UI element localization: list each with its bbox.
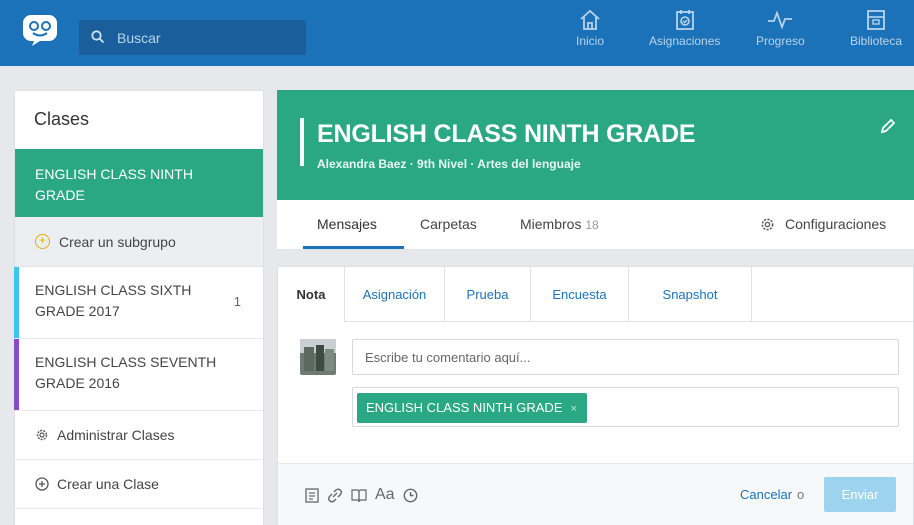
tab-poll[interactable]: Encuesta: [531, 267, 629, 322]
settings-button[interactable]: Configuraciones: [760, 216, 886, 232]
class-notification-count: 1: [233, 294, 241, 309]
text-format-button[interactable]: Aa: [375, 486, 395, 504]
sidebar-item-class[interactable]: ENGLISH CLASS SEVENTH GRADE 2016: [14, 339, 263, 411]
nav-progress-label: Progreso: [756, 34, 805, 48]
comment-input[interactable]: Escribe tu comentario aquí...: [352, 339, 899, 375]
members-count: 18: [585, 218, 599, 232]
class-color-bar: [14, 267, 19, 338]
search-input[interactable]: Buscar: [117, 30, 161, 46]
tab-members[interactable]: Miembros 18: [520, 216, 599, 232]
assignments-icon: [675, 10, 694, 30]
tab-snapshot[interactable]: Snapshot: [629, 267, 752, 322]
group-tabs: Mensajes Carpetas Miembros 18 Configurac…: [277, 200, 914, 250]
tab-assignment[interactable]: Asignación: [345, 267, 445, 322]
post-composer: Nota Asignación Prueba Encuesta Snapshot…: [277, 266, 914, 525]
clock-icon[interactable]: [403, 488, 418, 503]
create-subgroup-button[interactable]: + Crear un subgrupo: [15, 217, 263, 267]
plus-circle-icon: [35, 477, 49, 491]
group-meta: Alexandra Baez · 9th Nivel · Artes del l…: [317, 157, 581, 171]
create-subgroup-label: Crear un subgrupo: [59, 233, 176, 250]
tab-messages[interactable]: Mensajes: [317, 216, 377, 232]
class-color-bar: [14, 339, 19, 410]
avatar: [300, 339, 336, 375]
link-icon[interactable]: [327, 488, 343, 503]
create-class-link[interactable]: Crear una Clase: [15, 460, 263, 509]
gear-icon: [36, 429, 48, 441]
nav-home[interactable]: Inicio: [576, 8, 604, 48]
tab-folders[interactable]: Carpetas: [420, 216, 477, 232]
gear-icon: [761, 218, 774, 230]
send-button[interactable]: Enviar: [824, 477, 896, 512]
tab-quiz[interactable]: Prueba: [445, 267, 531, 322]
tab-members-label: Miembros: [520, 216, 582, 232]
tab-note[interactable]: Nota: [278, 267, 345, 322]
nav-assignments[interactable]: Asignaciones: [649, 8, 720, 48]
home-icon: [580, 9, 600, 30]
class-name: ENGLISH CLASS SEVENTH GRADE 2016: [35, 354, 217, 391]
nav-home-label: Inicio: [576, 34, 605, 48]
composer-footer: Aa Cancelar o Enviar: [278, 463, 913, 525]
recipient-chip: ENGLISH CLASS NINTH GRADE ×: [357, 393, 587, 423]
sidebar-title: Clases: [34, 109, 90, 129]
group-header: ENGLISH CLASS NINTH GRADE Alexandra Baez…: [277, 90, 914, 200]
cancel-area: Cancelar o: [740, 487, 804, 502]
search-icon: [91, 30, 105, 44]
composer-toolbar: Aa: [305, 486, 418, 504]
edmodo-logo-icon[interactable]: [22, 14, 58, 46]
nav-library-label: Biblioteca: [850, 34, 903, 48]
add-icon: +: [35, 234, 50, 249]
active-tab-indicator: [303, 246, 404, 249]
post-type-tabs: Nota Asignación Prueba Encuesta Snapshot: [278, 267, 913, 322]
manage-classes-link[interactable]: Administrar Clases: [15, 411, 263, 460]
recipients-field[interactable]: ENGLISH CLASS NINTH GRADE ×: [352, 387, 899, 427]
progress-icon: [768, 10, 793, 30]
manage-classes-label: Administrar Clases: [57, 427, 175, 443]
remove-recipient-icon[interactable]: ×: [571, 403, 577, 415]
nav-assignments-label: Asignaciones: [649, 34, 721, 48]
recipient-name: ENGLISH CLASS NINTH GRADE: [366, 400, 563, 415]
library-icon: [867, 10, 885, 30]
nav-library[interactable]: Biblioteca: [850, 8, 902, 48]
top-navigation-bar: Buscar Inicio Asignaciones Progreso Bibl…: [0, 0, 914, 66]
sidebar-item-class[interactable]: ENGLISH CLASS SIXTH GRADE 2017 1: [14, 267, 263, 339]
library-book-icon[interactable]: [351, 488, 367, 503]
or-text: o: [797, 487, 805, 502]
attach-file-icon[interactable]: [305, 487, 319, 503]
settings-label: Configuraciones: [785, 216, 887, 232]
search-box[interactable]: Buscar: [79, 20, 306, 55]
header-accent-rule: [300, 118, 304, 166]
nav-progress[interactable]: Progreso: [756, 8, 805, 48]
group-title: ENGLISH CLASS NINTH GRADE: [317, 120, 696, 148]
create-class-label: Crear una Clase: [57, 476, 159, 492]
cancel-link[interactable]: Cancelar: [740, 487, 792, 502]
class-name: ENGLISH CLASS SIXTH GRADE 2017: [35, 282, 192, 319]
sidebar-item-active-class[interactable]: ENGLISH CLASS NINTH GRADE: [15, 149, 263, 217]
edit-pencil-icon[interactable]: [880, 118, 896, 134]
classes-sidebar: Clases ENGLISH CLASS NINTH GRADE + Crear…: [14, 90, 264, 525]
